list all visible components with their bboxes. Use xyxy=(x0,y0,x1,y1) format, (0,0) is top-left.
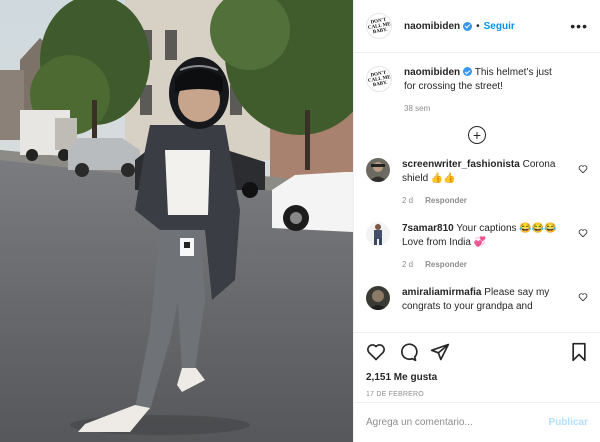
publish-button[interactable]: Publicar xyxy=(549,417,588,428)
caption-meta: 38 sem xyxy=(404,102,564,116)
caption-avatar[interactable]: DON'T CALL ME BABY. xyxy=(366,66,392,92)
post-photo-illustration xyxy=(0,0,353,442)
post-header: DON'T CALL ME BABY. naomibiden • Seguir … xyxy=(354,0,600,53)
author-avatar-logo: DON'T CALL ME BABY. xyxy=(367,17,391,35)
action-icons xyxy=(366,341,588,363)
commenter-avatar-image xyxy=(366,222,390,246)
post-actions: 2,151 Me gusta 17 DE FEBRERO xyxy=(354,332,600,406)
add-comment-bar: Publicar xyxy=(354,402,600,442)
comment-username[interactable]: 7samar810 xyxy=(402,223,454,234)
follow-button[interactable]: Seguir xyxy=(484,21,515,32)
comment-input[interactable] xyxy=(366,417,549,428)
comment-meta: 2 d Responder xyxy=(402,258,562,272)
commenter-avatar-image xyxy=(366,158,390,182)
bookmark-icon[interactable] xyxy=(570,342,588,362)
share-paper-plane-icon[interactable] xyxy=(430,342,450,362)
commenter-avatar[interactable] xyxy=(366,286,390,310)
comment-age[interactable]: 2 d xyxy=(402,194,413,208)
comment-meta: 2 d Responder xyxy=(402,194,562,208)
like-comment-heart-icon[interactable] xyxy=(578,228,588,238)
load-more-comments-icon[interactable]: + xyxy=(468,126,486,144)
comment-username[interactable]: amiraliamirmafia xyxy=(402,287,482,298)
comment-age[interactable]: 2 d xyxy=(402,258,413,272)
caption-username[interactable]: naomibiden xyxy=(404,67,460,78)
post-details-panel: DON'T CALL ME BABY. naomibiden • Seguir … xyxy=(353,0,600,442)
verified-badge-icon xyxy=(463,67,473,76)
post-photo[interactable] xyxy=(0,0,353,442)
post-date[interactable]: 17 DE FEBRERO xyxy=(366,391,588,398)
comment-body: amiraliamirmafia Please say my congrats … xyxy=(402,286,562,314)
comment-item: screenwriter_fashionista Corona shield 👍… xyxy=(366,158,588,208)
comment-username[interactable]: screenwriter_fashionista xyxy=(402,159,520,170)
author-avatar[interactable]: DON'T CALL ME BABY. xyxy=(366,13,392,39)
caption-avatar-logo: DON'T CALL ME BABY. xyxy=(367,70,391,88)
comment-body: screenwriter_fashionista Corona shield 👍… xyxy=(402,158,562,208)
like-heart-icon[interactable] xyxy=(366,342,386,362)
caption-body: naomibiden This helmet’s just for crossi… xyxy=(404,66,564,116)
caption-age[interactable]: 38 sem xyxy=(404,102,430,116)
caption-row: DON'T CALL ME BABY. naomibiden This helm… xyxy=(366,66,588,116)
comment-item: amiraliamirmafia Please say my congrats … xyxy=(366,286,588,314)
commenter-avatar[interactable] xyxy=(366,222,390,246)
reply-button[interactable]: Responder xyxy=(425,194,467,208)
verified-badge-icon xyxy=(463,21,473,31)
instagram-post: DON'T CALL ME BABY. naomibiden • Seguir … xyxy=(0,0,600,442)
likes-count[interactable]: 2,151 Me gusta xyxy=(366,372,588,383)
header-separator: • xyxy=(476,20,480,32)
comments-list[interactable]: DON'T CALL ME BABY. naomibiden This helm… xyxy=(354,54,600,332)
like-comment-heart-icon[interactable] xyxy=(578,164,588,174)
commenter-avatar-image xyxy=(366,286,390,310)
load-more-comments: + xyxy=(366,126,588,144)
commenter-avatar[interactable] xyxy=(366,158,390,182)
comment-body: 7samar810 Your captions 😂😂😂 Love from In… xyxy=(402,222,562,272)
like-comment-heart-icon[interactable] xyxy=(578,292,588,302)
reply-button[interactable]: Responder xyxy=(425,258,467,272)
comment-bubble-icon[interactable] xyxy=(398,342,418,362)
comment-item: 7samar810 Your captions 😂😂😂 Love from In… xyxy=(366,222,588,272)
author-username[interactable]: naomibiden xyxy=(404,21,460,32)
more-options-icon[interactable]: ••• xyxy=(570,19,588,33)
